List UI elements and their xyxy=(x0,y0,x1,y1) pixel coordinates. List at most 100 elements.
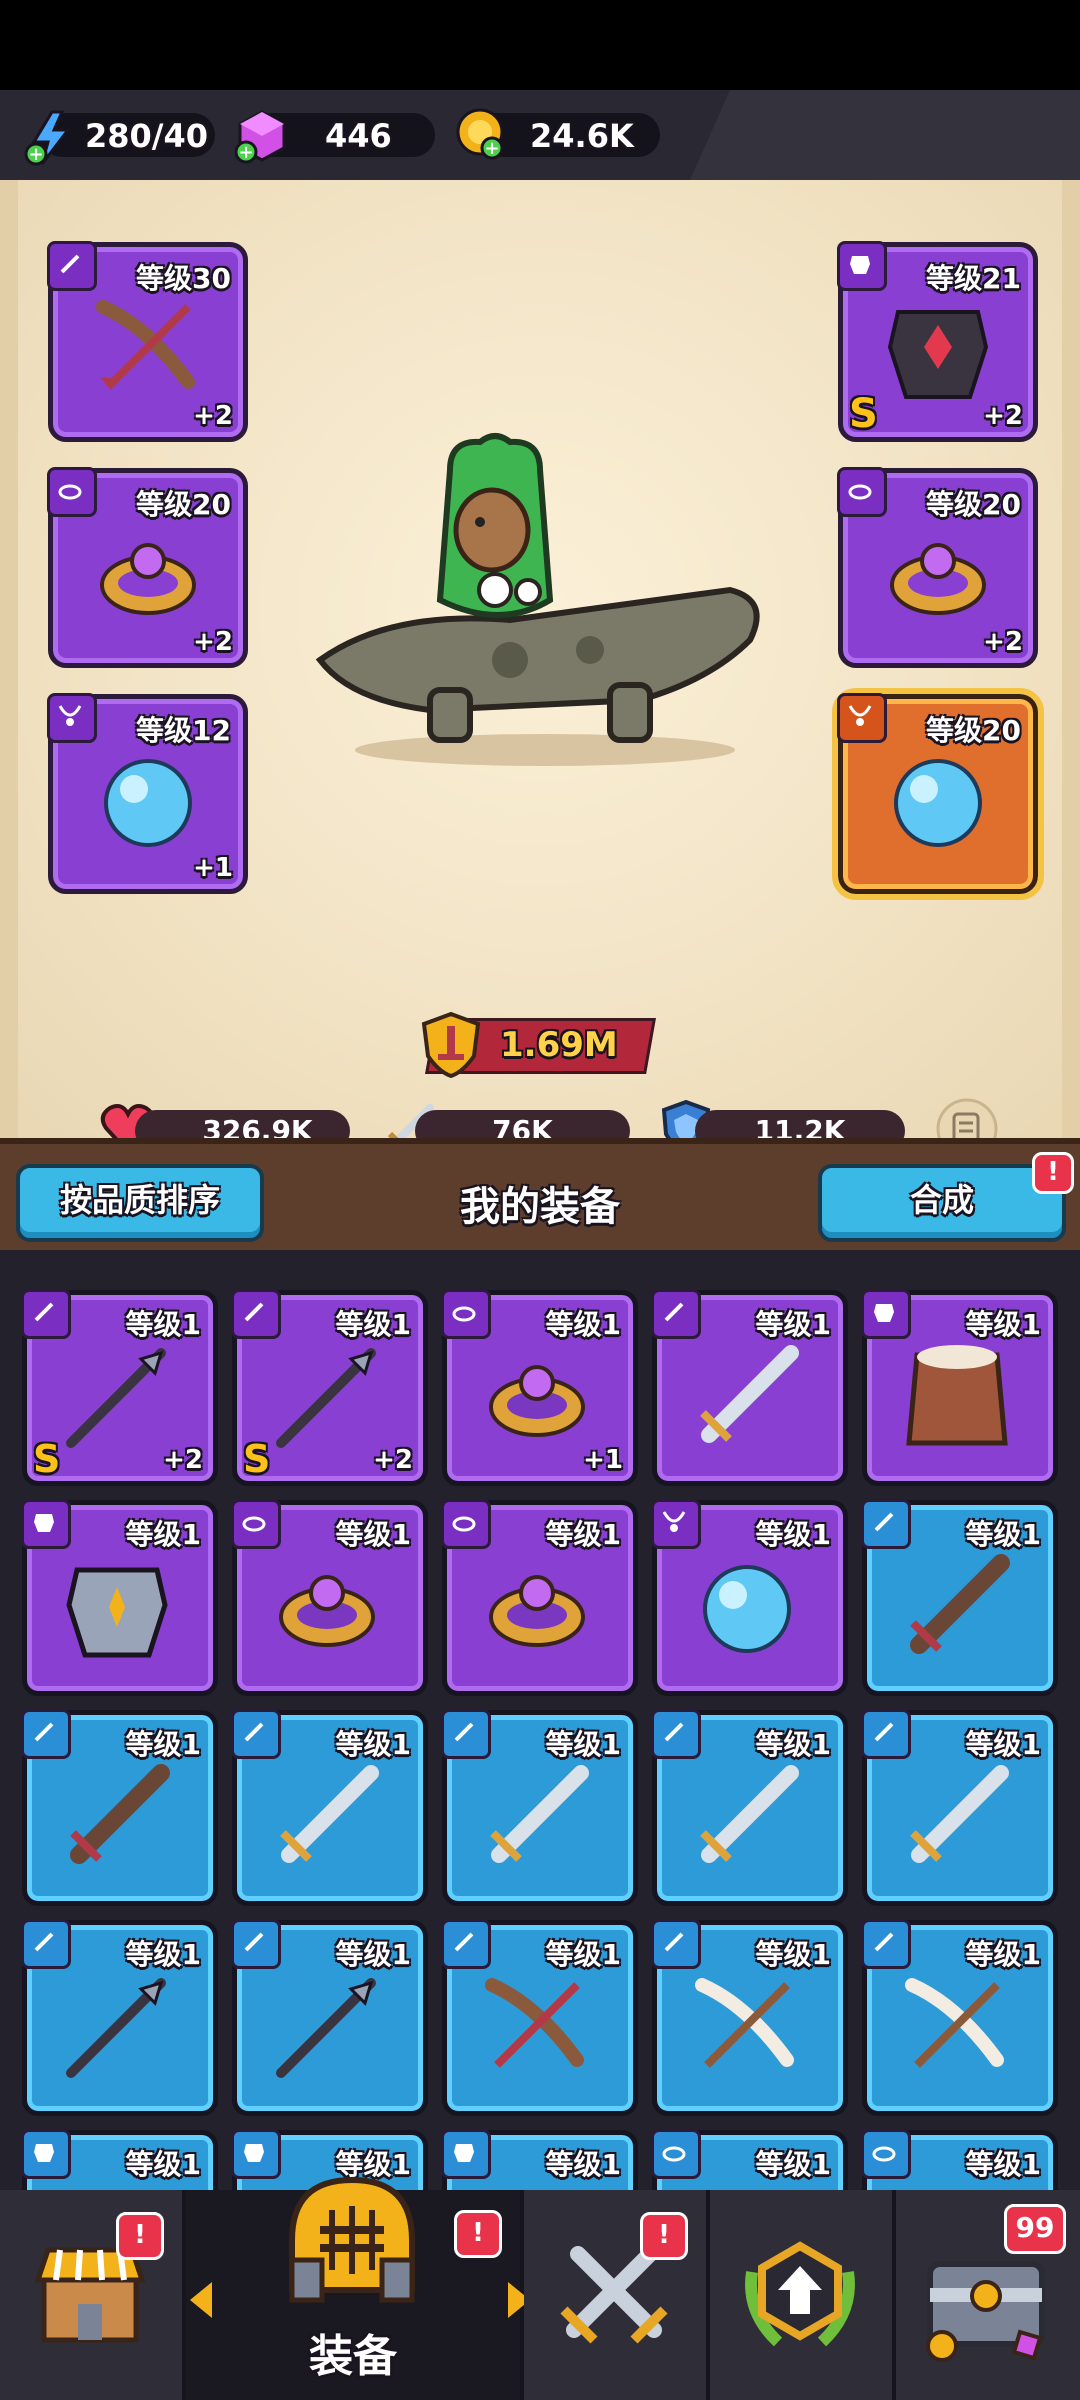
inventory-item[interactable]: 等级1 xyxy=(441,2129,638,2190)
nav-shop[interactable]: ! xyxy=(0,2190,186,2400)
shop-badge: ! xyxy=(116,2212,164,2260)
ring-icon xyxy=(100,543,196,615)
nav-equipment[interactable]: ! 装备 xyxy=(186,2176,530,2400)
weapon-type-icon xyxy=(21,1709,71,1759)
nav-battle[interactable]: ! xyxy=(524,2190,710,2400)
inventory-item[interactable]: 等级1 xyxy=(231,1919,428,2116)
nav-chest[interactable]: 99 xyxy=(896,2190,1080,2400)
inventory-item[interactable]: 等级1 xyxy=(651,1499,848,1696)
ring-type-icon xyxy=(47,467,97,517)
inventory-item[interactable]: 等级1 xyxy=(861,1289,1058,1486)
weapon-type-icon xyxy=(861,1709,911,1759)
coin-value: 24.6K xyxy=(530,117,634,155)
slot-level: 等级12 xyxy=(136,714,231,747)
equipment-badge: ! xyxy=(454,2210,502,2258)
sword-icon xyxy=(490,1765,589,1863)
slot-plus: +2 xyxy=(193,627,233,657)
inventory-item[interactable]: 等级1 xyxy=(21,1919,218,2116)
system-status-bar xyxy=(0,0,1080,90)
gold-coin-icon[interactable]: + xyxy=(450,104,510,164)
inventory-item[interactable]: 等级1 xyxy=(651,2129,848,2190)
equip-slot-armor[interactable]: 等级21 +2 S xyxy=(837,241,1038,442)
battle-badge: ! xyxy=(640,2212,688,2260)
inventory-item[interactable]: 等级1 xyxy=(21,1499,218,1696)
weapon-type-icon xyxy=(441,1709,491,1759)
inventory-item[interactable]: 等级1 xyxy=(441,1709,638,1906)
weapon-type-icon xyxy=(47,241,97,291)
upgrade-arrow-icon xyxy=(745,2241,855,2347)
armor-type-icon xyxy=(21,2129,71,2179)
inventory-item[interactable]: 等级1 xyxy=(651,1919,848,2116)
energy-bolt-icon[interactable]: + xyxy=(22,108,82,168)
item-level: 等级1 xyxy=(545,1938,621,1971)
inventory-item[interactable]: 等级1 xyxy=(861,1709,1058,1906)
gem-cube-icon[interactable]: + xyxy=(232,106,292,166)
wood-sword-icon xyxy=(70,1764,170,1864)
nav-upgrade[interactable] xyxy=(710,2190,896,2400)
plate-armor-icon xyxy=(66,1567,168,1658)
equip-slot-ring-2[interactable]: 等级20 +2 xyxy=(837,467,1038,668)
ring-icon xyxy=(489,1575,585,1647)
necklace-type-icon xyxy=(651,1499,701,1549)
slot-level: 等级30 xyxy=(136,262,231,295)
grade-badge: S xyxy=(849,391,878,437)
chevron-left-icon xyxy=(190,2282,212,2318)
inventory-item[interactable]: 等级1 xyxy=(861,2129,1058,2190)
crossbow-icon xyxy=(96,300,195,390)
equip-slot-necklace-2[interactable]: 等级20 xyxy=(832,688,1044,900)
inventory-item[interactable]: 等级1 xyxy=(861,1919,1058,2116)
ring-icon xyxy=(890,543,986,615)
armor-type-icon xyxy=(861,1289,911,1339)
item-plus: +1 xyxy=(583,1445,623,1475)
inventory-item[interactable]: 等级1 xyxy=(231,1709,428,1906)
item-level: 等级1 xyxy=(965,2148,1041,2181)
hero-character-on-crocodile[interactable] xyxy=(310,430,780,790)
inventory-item[interactable]: 等级1 xyxy=(441,1499,638,1696)
ring-type-icon xyxy=(441,1499,491,1549)
merge-button[interactable]: 合成 xyxy=(818,1164,1066,1242)
equipment-header: 按品质排序 我的装备 合成 ! xyxy=(0,1138,1080,1262)
inventory-item[interactable]: 等级1 xyxy=(21,2129,218,2190)
inventory-item[interactable]: 等级1 xyxy=(651,1709,848,1906)
ring-type-icon xyxy=(441,1289,491,1339)
orb-icon xyxy=(703,1565,791,1653)
inventory-item[interactable]: 等级1 xyxy=(651,1289,848,1486)
inventory-item[interactable]: 等级1 +2 S xyxy=(21,1289,218,1486)
merge-badge: ! xyxy=(1032,1152,1074,1194)
inventory-item[interactable]: 等级1 xyxy=(861,1499,1058,1696)
equipment-tab-label: 装备 xyxy=(309,2331,397,2382)
weapon-type-icon xyxy=(651,1709,701,1759)
weapon-type-icon xyxy=(231,1709,281,1759)
svg-text:+: + xyxy=(28,144,43,165)
bone-bow-icon xyxy=(695,1978,794,2068)
equip-slot-ring[interactable]: 等级20 +2 xyxy=(47,467,248,668)
item-level: 等级1 xyxy=(335,1938,411,1971)
armor-type-icon xyxy=(441,2129,491,2179)
item-level: 等级1 xyxy=(335,1518,411,1551)
weapon-type-icon xyxy=(441,1919,491,1969)
equip-slot-weapon[interactable]: 等级30 +2 xyxy=(47,241,248,442)
weapon-type-icon xyxy=(231,1919,281,1969)
weapon-type-icon xyxy=(651,1919,701,1969)
bone-bow-icon xyxy=(905,1978,1004,2068)
inventory-item[interactable]: 等级1 xyxy=(441,1919,638,2116)
inventory-item[interactable]: 等级1 xyxy=(231,1499,428,1696)
helmet-icon xyxy=(289,2176,415,2303)
weapon-type-icon xyxy=(21,1289,71,1339)
armor-icon xyxy=(887,310,989,399)
crossbow-icon xyxy=(485,1978,584,2068)
inventory-item[interactable]: 等级1 +1 xyxy=(441,1289,638,1486)
slot-level: 等级20 xyxy=(136,488,231,521)
weapon-type-icon xyxy=(21,1919,71,1969)
inventory-item[interactable]: 等级1 xyxy=(21,1709,218,1906)
item-level: 等级1 xyxy=(545,1518,621,1551)
inventory-item[interactable]: 等级1 +2 S xyxy=(231,1289,428,1486)
equip-slot-necklace[interactable]: 等级12 +1 xyxy=(47,693,248,894)
item-level: 等级1 xyxy=(545,1728,621,1761)
spear-icon xyxy=(66,1348,166,1448)
slot-plus: +2 xyxy=(983,401,1023,431)
energy-value: 280/40 xyxy=(85,117,209,155)
orb-icon xyxy=(104,759,192,847)
resource-bar: 280/40 + 446 + 24.6K + xyxy=(0,90,1080,180)
svg-text:+: + xyxy=(238,142,253,163)
